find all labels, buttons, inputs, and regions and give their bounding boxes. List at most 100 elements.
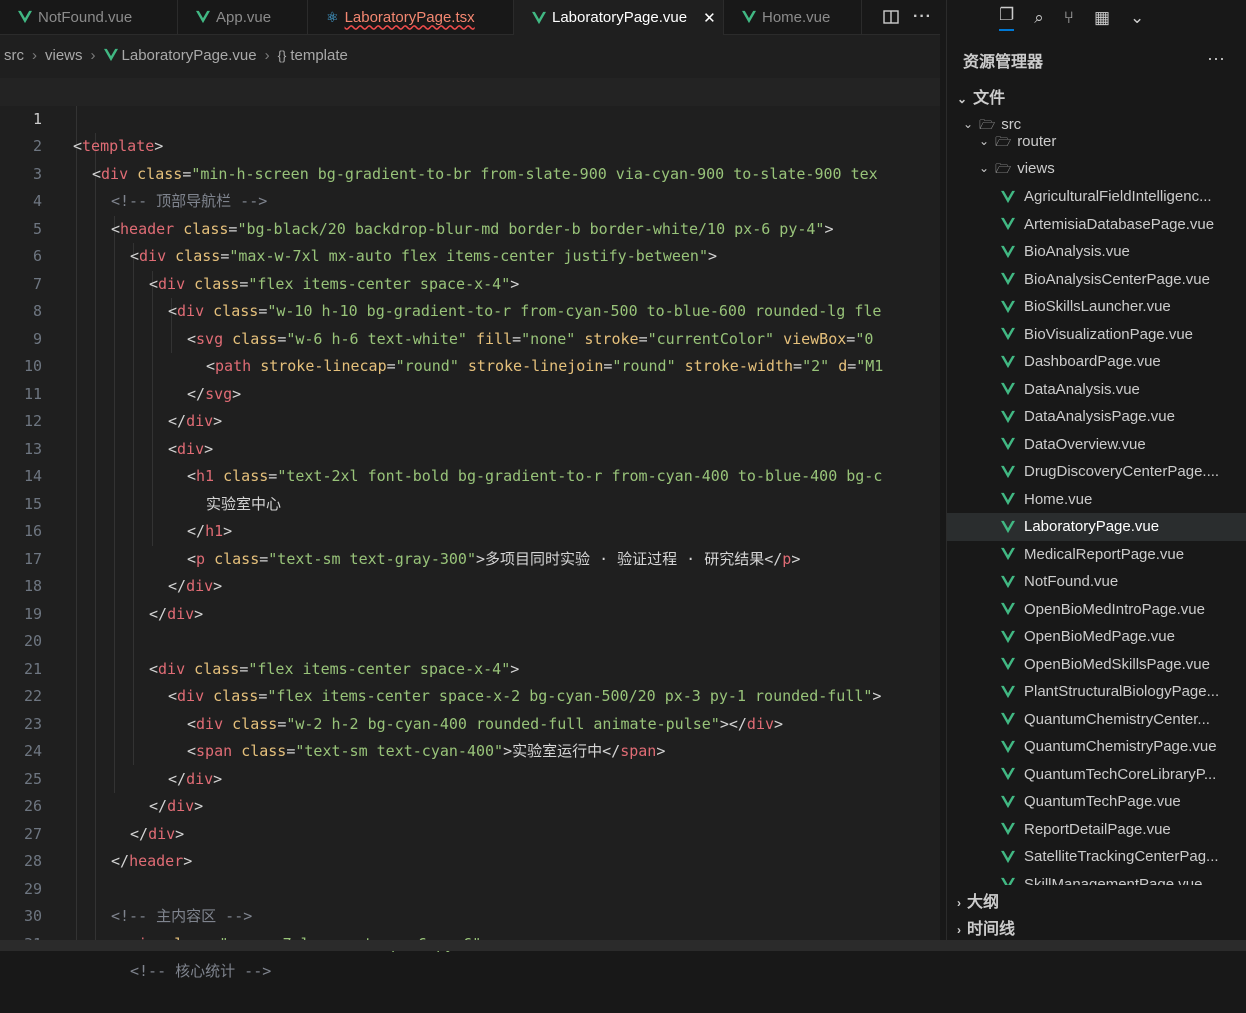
file-item[interactable]: DashboardPage.vue [947, 348, 1246, 376]
code-line: 20 <div class="flex items-center space-x… [0, 601, 940, 678]
file-item[interactable]: LaboratoryPage.vue [947, 513, 1246, 541]
status-bar [0, 940, 1246, 951]
file-label: Home.vue [1024, 490, 1093, 508]
tab-label: Home.vue [762, 8, 831, 26]
tab-notfound[interactable]: NotFound.vue [0, 0, 178, 34]
code-line: 26 </div> [0, 766, 940, 843]
vue-file-icon [1001, 548, 1015, 561]
tab-home[interactable]: Home.vue [724, 0, 862, 34]
vue-file-icon [1001, 713, 1015, 726]
code-line: 18 </div> [0, 546, 940, 623]
file-item[interactable]: OpenBioMedIntroPage.vue [947, 596, 1246, 624]
code-line: 27 </header> [0, 793, 940, 871]
file-item[interactable]: Home.vue [947, 486, 1246, 514]
file-label: BioAnalysis.vue [1024, 243, 1130, 260]
code-line: 8 <svg class="w-6 h-6 text-white" fill="… [0, 271, 940, 348]
file-label: DrugDiscoveryCenterPage.... [1024, 463, 1220, 480]
code-line: 28 [0, 821, 940, 870]
file-item[interactable]: DrugDiscoveryCenterPage.... [947, 458, 1246, 486]
code-line: 13 <h1 class="text-2xl font-bold bg-grad… [0, 408, 940, 486]
file-item[interactable]: ArtemisiaDatabasePage.vue [947, 211, 1246, 239]
tab-app[interactable]: App.vue [178, 0, 308, 34]
file-item[interactable]: BioSkillsLauncher.vue [947, 293, 1246, 321]
vue-file-icon [1001, 740, 1015, 753]
folder-router[interactable]: ⌄ 🗁 router [979, 128, 1056, 156]
chevron-down-icon[interactable]: ⌄ [1130, 8, 1144, 28]
explorer-title: 资源管理器 [963, 54, 1044, 71]
file-label: BioVisualizationPage.vue [1024, 325, 1194, 343]
file-label: QuantumTechCoreLibraryP... [1024, 765, 1217, 783]
file-item[interactable]: DataAnalysisPage.vue [947, 403, 1246, 431]
vue-file-icon [1001, 383, 1015, 396]
chevron-right-icon: › [957, 896, 961, 910]
code-line: 23 <span class="text-sm text-cyan-400">实… [0, 683, 940, 761]
code-line: 3 <!-- 顶部导航栏 --> [0, 133, 940, 211]
file-item[interactable]: QuantumTechCoreLibraryP... [947, 761, 1246, 789]
split-editor-icon[interactable] [883, 10, 899, 24]
folder-views[interactable]: ⌄ 🗁 views [979, 155, 1055, 183]
code-line: 19 [0, 573, 940, 623]
chevron-right-icon: › [32, 46, 37, 64]
file-item[interactable]: SkillManagementPage.vue [947, 871, 1246, 885]
file-label: OpenBioMedIntroPage.vue [1024, 600, 1205, 618]
close-icon[interactable]: ✕ [703, 9, 716, 27]
file-item[interactable]: DataAnalysis.vue [947, 376, 1246, 404]
file-label: MedicalReportPage.vue [1024, 545, 1185, 563]
extensions-icon[interactable]: ▦ [1094, 8, 1110, 28]
tab-laboratory-vue[interactable]: LaboratoryPage.vue ✕ [514, 0, 724, 35]
section-outline[interactable]: › 大纲 [957, 888, 999, 912]
code-line: 9 <path stroke-linecap="round" stroke-li… [0, 298, 940, 376]
file-item[interactable]: AgriculturalFieldIntelligenc... [947, 183, 1246, 211]
file-item[interactable]: DataOverview.vue [947, 431, 1246, 459]
explorer-sidebar: ❐ ⌕ ⑂ ▦ ⌄ 资源管理器 ··· ⌄ 文件 ⌄ 🗁 src ⌄ 🗁 rout… [946, 0, 1246, 951]
more-actions-icon[interactable]: ··· [913, 8, 932, 26]
file-label: NotFound.vue [1024, 573, 1119, 590]
vue-file-icon [196, 10, 210, 24]
code-line: 30 <main class="max-w-7xl mx-auto px-6 p… [0, 876, 940, 953]
file-item[interactable]: BioAnalysis.vue [947, 238, 1246, 266]
file-item[interactable]: QuantumChemistryPage.vue [947, 733, 1246, 761]
file-label: AgriculturalFieldIntelligenc... [1024, 188, 1212, 205]
section-files[interactable]: ⌄ 文件 [957, 84, 1005, 108]
file-item[interactable]: OpenBioMedSkillsPage.vue [947, 651, 1246, 679]
tab-label: NotFound.vue [38, 8, 133, 26]
file-label: DataAnalysisPage.vue [1024, 408, 1175, 425]
chevron-right-icon: › [264, 46, 270, 64]
file-item[interactable]: PlantStructuralBiologyPage... [947, 678, 1246, 706]
file-item[interactable]: OpenBioMedPage.vue [947, 623, 1246, 651]
file-item[interactable]: SatelliteTrackingCenterPag... [947, 843, 1246, 871]
vue-file-icon [1001, 410, 1015, 423]
tab-laboratory-tsx[interactable]: ⚛ LaboratoryPage.tsx [308, 0, 514, 34]
vue-file-icon [1001, 630, 1015, 643]
file-item[interactable]: ReportDetailPage.vue [947, 816, 1246, 844]
breadcrumb-views[interactable]: views [45, 47, 83, 64]
file-item[interactable]: BioVisualizationPage.vue [947, 321, 1246, 349]
file-item[interactable]: QuantumTechPage.vue [947, 788, 1246, 816]
code-line: 15 </h1> [0, 463, 940, 541]
file-list: AgriculturalFieldIntelligenc... Artemisia… [947, 183, 1246, 885]
code-editor[interactable]: 1 <template> 2 <div class="min-h-screen … [0, 78, 940, 980]
file-label: BioSkillsLauncher.vue [1024, 298, 1171, 315]
breadcrumb-symbol[interactable]: template [290, 47, 348, 64]
breadcrumb-src[interactable]: src [4, 47, 24, 64]
file-item[interactable]: QuantumChemistryCenter... [947, 706, 1246, 734]
chevron-down-icon: ⌄ [957, 92, 968, 106]
code-line: 22 <div class="w-2 h-2 bg-cyan-400 round… [0, 656, 940, 733]
vue-file-icon [1001, 575, 1015, 588]
more-actions-icon[interactable]: ··· [1207, 48, 1225, 69]
file-item[interactable]: MedicalReportPage.vue [947, 541, 1246, 569]
breadcrumb: src › views › LaboratoryPage.vue › {} te… [0, 42, 348, 68]
file-item[interactable]: NotFound.vue [947, 568, 1246, 596]
files-icon[interactable]: ❐ [999, 5, 1015, 31]
section-timeline[interactable]: › 时间线 [957, 915, 1015, 939]
source-control-icon[interactable]: ⑂ [1064, 8, 1074, 28]
vue-file-icon [18, 10, 32, 24]
file-item[interactable]: BioAnalysisCenterPage.vue [947, 266, 1246, 294]
file-label: DataOverview.vue [1024, 435, 1146, 453]
code-line: 5 <div class="max-w-7xl mx-auto flex ite… [0, 188, 940, 266]
file-label: QuantumChemistryCenter... [1024, 710, 1210, 728]
code-line: 4 <header class="bg-black/20 backdrop-bl… [0, 161, 940, 238]
breadcrumb-file[interactable]: LaboratoryPage.vue [122, 47, 257, 64]
search-icon[interactable]: ⌕ [1034, 8, 1044, 28]
vue-file-icon [1001, 438, 1015, 451]
